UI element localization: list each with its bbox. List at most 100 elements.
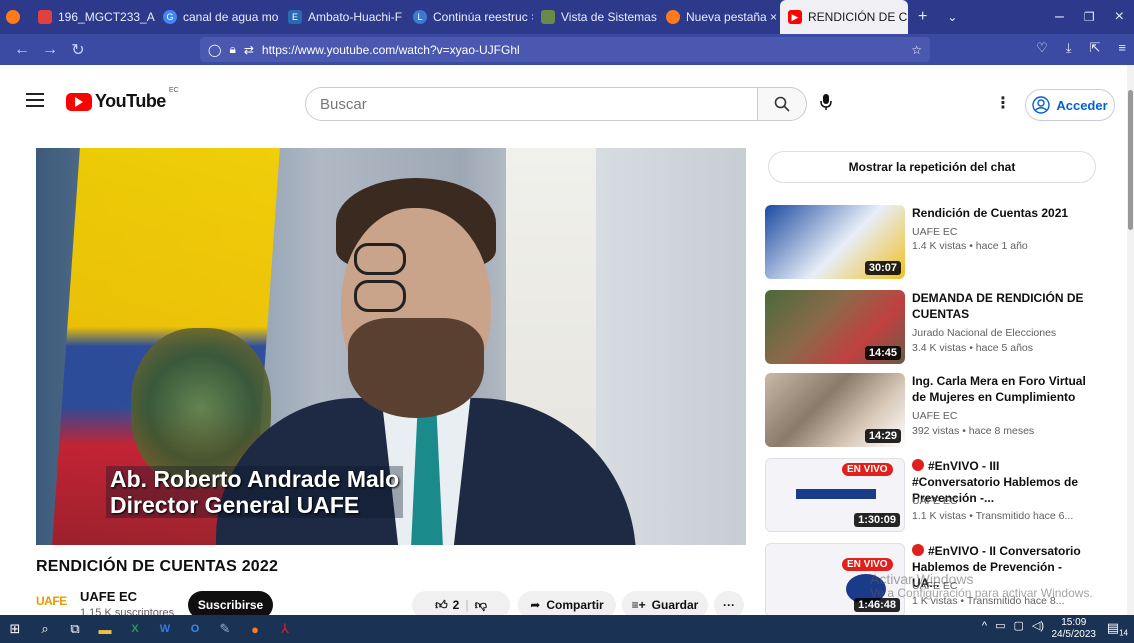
video-thumbnail[interactable]: 14:45 bbox=[765, 290, 905, 364]
search-button[interactable] bbox=[757, 87, 807, 121]
system-tray: ^ ▭ ▢ ◁) bbox=[982, 619, 1044, 633]
excel-icon[interactable]: X bbox=[120, 615, 150, 643]
download-icon[interactable]: ⤓ bbox=[1066, 40, 1072, 56]
recommendation-title[interactable]: Ing. Carla Mera en Foro Virtual de Mujer… bbox=[912, 373, 1087, 405]
sign-in-button[interactable]: Acceder bbox=[1025, 89, 1115, 121]
task-view-icon[interactable]: ⧉ bbox=[60, 615, 90, 643]
sign-in-label: Acceder bbox=[1056, 97, 1108, 113]
recommendation-channel[interactable]: UAFE EC bbox=[912, 495, 958, 507]
recommendation-item[interactable]: 30:07 Rendición de Cuentas 2021 UAFE EC … bbox=[765, 205, 1125, 281]
tab-label: Vista de Sistemas × bbox=[561, 10, 658, 24]
reload-icon[interactable]: ↻ bbox=[64, 40, 92, 60]
url-bar[interactable]: ◯ 🔒︎ ⇄ https://www.youtube.com/watch?v=x… bbox=[200, 37, 930, 62]
firefox-menu-icon[interactable] bbox=[0, 0, 30, 34]
taskbar-clock[interactable]: 15:09 24/5/2023 bbox=[1052, 617, 1097, 641]
back-icon[interactable]: ← bbox=[8, 41, 36, 59]
video-thumbnail[interactable]: 30:07 bbox=[765, 205, 905, 279]
recommendation-item[interactable]: 14:29 Ing. Carla Mera en Foro Virtual de… bbox=[765, 373, 1125, 449]
ln-icon: L bbox=[413, 10, 427, 24]
outlook-icon[interactable]: O bbox=[180, 615, 210, 643]
permissions-icon[interactable]: ⇄ bbox=[244, 43, 254, 57]
extensions-icon[interactable]: ⇱ bbox=[1090, 40, 1101, 56]
tab-0[interactable]: 196_MGCT233_A3 × bbox=[30, 0, 155, 34]
recommendation-item[interactable]: 14:45 DEMANDA DE RENDICIÓN DE CUENTAS Ju… bbox=[765, 290, 1125, 366]
tab-label: RENDICIÓN DE CL bbox=[808, 10, 908, 24]
word-icon[interactable]: W bbox=[150, 615, 180, 643]
guide-menu-icon[interactable] bbox=[26, 93, 44, 107]
shield-icon[interactable]: ◯ bbox=[208, 43, 221, 57]
tab-1[interactable]: G canal de agua mo × bbox=[155, 0, 280, 34]
tab-active[interactable]: ▶ RENDICIÓN DE CL × bbox=[780, 0, 908, 34]
youtube-logo[interactable]: YouTube EC bbox=[66, 87, 179, 112]
tab-label: Ambato-Huachi-F × bbox=[308, 10, 405, 24]
tray-expand-icon[interactable]: ^ bbox=[982, 620, 987, 632]
video-duration: 14:29 bbox=[864, 429, 901, 443]
like-button[interactable]: 👍︎ 2 bbox=[435, 598, 459, 613]
video-duration: 1:46:48 bbox=[854, 598, 900, 612]
recommendation-channel[interactable]: UAFE EC bbox=[912, 410, 958, 422]
tab-label: Continúa reestruc × bbox=[433, 10, 533, 24]
recommendation-channel[interactable]: Jurado Nacional de Elecciones bbox=[912, 327, 1056, 339]
bookmark-star-icon[interactable]: ☆ bbox=[911, 43, 922, 57]
tab-5[interactable]: Nueva pestaña × bbox=[658, 0, 780, 34]
youtube-wordmark: YouTube bbox=[95, 91, 166, 111]
acrobat-icon[interactable]: ⅄ bbox=[270, 615, 300, 643]
video-thumbnail[interactable]: EN VIVO 1:30:09 bbox=[765, 458, 905, 532]
windows-start-icon[interactable]: ⊞ bbox=[0, 615, 30, 643]
display-icon[interactable]: ▢ bbox=[1013, 619, 1023, 632]
microphone-icon[interactable] bbox=[820, 93, 832, 116]
network-icon[interactable]: ▭ bbox=[995, 619, 1005, 632]
firefox-icon bbox=[6, 10, 20, 24]
recommendation-meta: 392 vistas • hace 8 meses bbox=[912, 425, 1035, 437]
video-title: RENDICIÓN DE CUENTAS 2022 bbox=[36, 558, 279, 575]
firefox-icon bbox=[666, 10, 680, 24]
google-icon: G bbox=[163, 10, 177, 24]
recommendation-meta: 1.1 K vistas • Transmitido hace 6... bbox=[912, 510, 1074, 522]
url-text: https://www.youtube.com/watch?v=xyao-UJF… bbox=[261, 42, 520, 57]
volume-icon[interactable]: ◁) bbox=[1032, 619, 1044, 632]
settings-more-icon[interactable]: ⋮ bbox=[995, 93, 1011, 113]
close-window-icon[interactable]: × bbox=[1105, 8, 1134, 26]
recommendation-title[interactable]: DEMANDA DE RENDICIÓN DE CUENTAS bbox=[912, 290, 1087, 322]
tab-list-icon[interactable]: ⌄ bbox=[937, 10, 967, 24]
search-icon[interactable]: ⌕ bbox=[30, 615, 60, 643]
recommendation-item[interactable]: EN VIVO 1:30:09 #EnVIVO - III #Conversat… bbox=[765, 458, 1125, 534]
restore-icon[interactable]: ❐ bbox=[1074, 10, 1105, 24]
minimize-icon[interactable]: – bbox=[1045, 8, 1074, 26]
recommendation-title[interactable]: Rendición de Cuentas 2021 bbox=[912, 205, 1087, 221]
tab-3[interactable]: L Continúa reestruc × bbox=[405, 0, 533, 34]
tab-4[interactable]: Vista de Sistemas × bbox=[533, 0, 658, 34]
file-explorer-icon[interactable]: ▬ bbox=[90, 615, 120, 643]
search-input[interactable]: Buscar bbox=[305, 87, 758, 121]
share-label: Compartir bbox=[546, 598, 604, 612]
scrollbar-thumb[interactable] bbox=[1128, 90, 1133, 230]
tab-2[interactable]: E Ambato-Huachi-F × bbox=[280, 0, 405, 34]
notification-count: 14 bbox=[1119, 628, 1128, 638]
show-chat-replay-button[interactable]: Mostrar la repetición del chat bbox=[768, 151, 1096, 183]
pocket-icon[interactable]: ♡ bbox=[1036, 40, 1048, 56]
video-thumbnail[interactable]: 14:29 bbox=[765, 373, 905, 447]
live-badge: EN VIVO bbox=[842, 558, 893, 571]
lock-icon[interactable]: 🔒︎ bbox=[229, 42, 235, 57]
channel-avatar[interactable]: UAFE bbox=[36, 594, 67, 608]
new-tab-button[interactable]: + bbox=[908, 8, 937, 26]
firefox-taskbar-icon[interactable]: ● bbox=[240, 615, 270, 643]
video-duration: 14:45 bbox=[864, 346, 901, 360]
menu-icon[interactable]: ≡ bbox=[1118, 40, 1126, 56]
channel-name[interactable]: UAFE EC bbox=[80, 589, 137, 604]
tab-label: Nueva pestaña × bbox=[686, 10, 778, 24]
video-duration: 30:07 bbox=[864, 261, 901, 275]
notification-center-icon[interactable]: ▤14 bbox=[1107, 620, 1128, 638]
share-icon: ➦ bbox=[530, 598, 541, 612]
recommendation-channel[interactable]: UAFE EC bbox=[912, 226, 958, 238]
save-label: Guardar bbox=[651, 598, 699, 612]
paint-icon[interactable]: ✎ bbox=[210, 615, 240, 643]
video-duration: 1:30:09 bbox=[854, 513, 900, 527]
thumbs-up-icon: 👍︎ bbox=[435, 597, 448, 612]
video-player[interactable]: Ab. Roberto Andrade Malo Director Genera… bbox=[36, 148, 746, 545]
like-count: 2 bbox=[452, 598, 460, 612]
watermark-line2: Ve a Configuración para activar Windows. bbox=[870, 586, 1093, 600]
thumbs-down-icon[interactable]: 👎︎ bbox=[475, 598, 487, 613]
forward-icon[interactable]: → bbox=[36, 41, 64, 59]
account-icon bbox=[1032, 96, 1051, 114]
